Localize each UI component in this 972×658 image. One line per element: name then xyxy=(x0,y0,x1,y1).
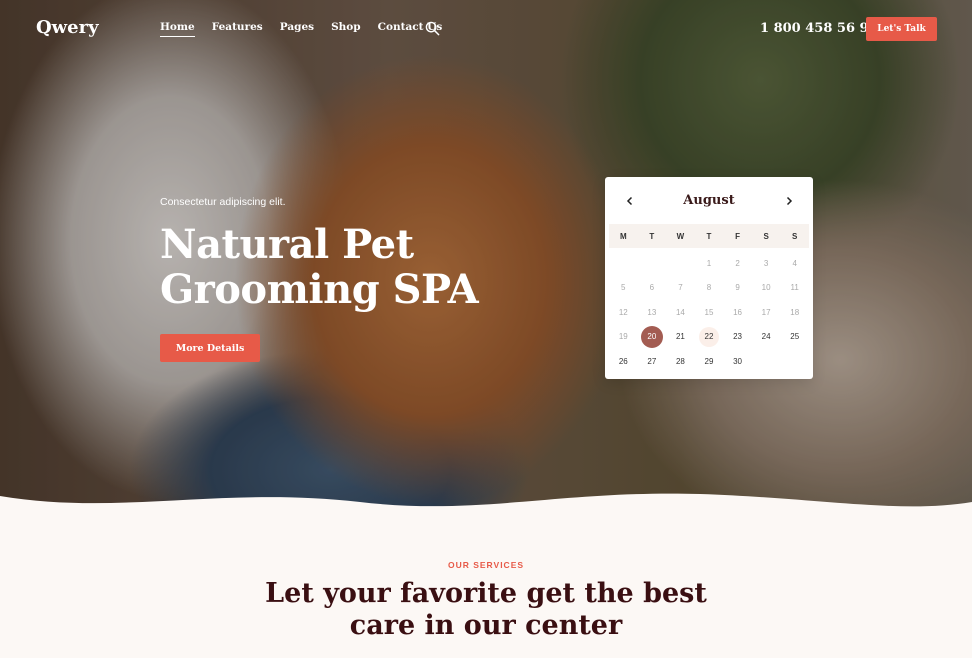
calendar-weekdays: M T W T F S S xyxy=(609,224,809,248)
top-navigation: Qwery Home Features Pages Shop Contact U… xyxy=(0,0,972,58)
calendar-day[interactable]: 7 xyxy=(666,276,695,301)
weekday-label: M xyxy=(619,231,627,241)
calendar-day[interactable]: 1 xyxy=(695,251,724,276)
calendar-day[interactable]: 30 xyxy=(723,349,752,374)
calendar-day[interactable]: 26 xyxy=(609,349,638,374)
calendar-day[interactable]: 8 xyxy=(695,276,724,301)
lets-talk-button[interactable]: Let's Talk xyxy=(866,17,937,41)
hero-tagline: Consectetur adipiscing elit. xyxy=(160,196,286,208)
calendar-blank-cell xyxy=(666,251,695,276)
hero-wave-divider xyxy=(0,493,972,528)
weekday-label: W xyxy=(676,231,685,241)
weekday-label: S xyxy=(792,231,798,241)
main-menu: Home Features Pages Shop Contact Us xyxy=(160,21,442,37)
hero-headline: Natural Pet Grooming SPA xyxy=(160,221,479,313)
weekday-label: T xyxy=(649,231,655,241)
calendar-day[interactable]: 14 xyxy=(666,300,695,325)
calendar-header: August xyxy=(605,177,813,224)
calendar-day[interactable]: 28 xyxy=(666,349,695,374)
weekday-label: S xyxy=(763,231,769,241)
weekday-label: T xyxy=(706,231,712,241)
menu-item-pages[interactable]: Pages xyxy=(280,21,314,33)
calendar-day[interactable]: 17 xyxy=(752,300,781,325)
menu-item-shop[interactable]: Shop xyxy=(331,21,361,33)
calendar-day[interactable]: 15 xyxy=(695,300,724,325)
calendar-day[interactable]: 19 xyxy=(609,325,638,350)
calendar-day[interactable]: 13 xyxy=(638,300,667,325)
calendar-day[interactable]: 5 xyxy=(609,276,638,301)
calendar-day[interactable]: 2 xyxy=(723,251,752,276)
calendar-day[interactable]: 10 xyxy=(752,276,781,301)
calendar-day[interactable]: 27 xyxy=(638,349,667,374)
menu-item-features[interactable]: Features xyxy=(212,21,263,33)
more-details-button[interactable]: More Details xyxy=(160,334,260,362)
calendar-day[interactable]: 4 xyxy=(780,251,809,276)
calendar-day[interactable]: 18 xyxy=(780,300,809,325)
calendar-day[interactable]: 29 xyxy=(695,349,724,374)
services-section: OUR SERVICES Let your favorite get the b… xyxy=(0,560,972,642)
calendar-day[interactable]: 23 xyxy=(723,325,752,350)
hero-content: Consectetur adipiscing elit. Natural Pet… xyxy=(160,196,480,362)
search-icon[interactable] xyxy=(425,21,440,36)
calendar-day[interactable]: 20 xyxy=(638,325,667,350)
services-title-line-1: Let your favorite get the best xyxy=(265,578,707,609)
calendar-blank-cell xyxy=(609,251,638,276)
calendar-day[interactable]: 16 xyxy=(723,300,752,325)
weekday-label: F xyxy=(735,231,740,241)
calendar-day[interactable]: 6 xyxy=(638,276,667,301)
calendar-day[interactable]: 12 xyxy=(609,300,638,325)
services-title-line-2: care in our center xyxy=(349,610,623,641)
calendar-day[interactable]: 24 xyxy=(752,325,781,350)
services-eyebrow: OUR SERVICES xyxy=(447,560,525,570)
calendar-day[interactable]: 11 xyxy=(780,276,809,301)
calendar-day[interactable]: 25 xyxy=(780,325,809,350)
calendar-day[interactable]: 22 xyxy=(695,325,724,350)
calendar-day[interactable]: 21 xyxy=(666,325,695,350)
chevron-right-icon[interactable] xyxy=(782,194,796,208)
calendar-days: 1 2 3 4 5 6 7 8 9 10 11 12 13 14 15 16 17 18 19 20 21 22 23 24 2… xyxy=(609,251,809,374)
booking-calendar: August M T W T F S S 1 2 3 4 5 6 7 8 9 10 11 12 13 14… xyxy=(605,177,813,379)
calendar-blank-cell xyxy=(638,251,667,276)
phone-number[interactable]: 1 800 458 56 97 xyxy=(760,21,878,36)
menu-item-home[interactable]: Home xyxy=(160,21,195,37)
calendar-day[interactable]: 9 xyxy=(723,276,752,301)
calendar-day[interactable]: 3 xyxy=(752,251,781,276)
services-title: Let your favorite get the best care in o… xyxy=(0,578,972,642)
logo[interactable]: Qwery xyxy=(36,17,99,38)
hero-background-photo xyxy=(0,0,972,520)
